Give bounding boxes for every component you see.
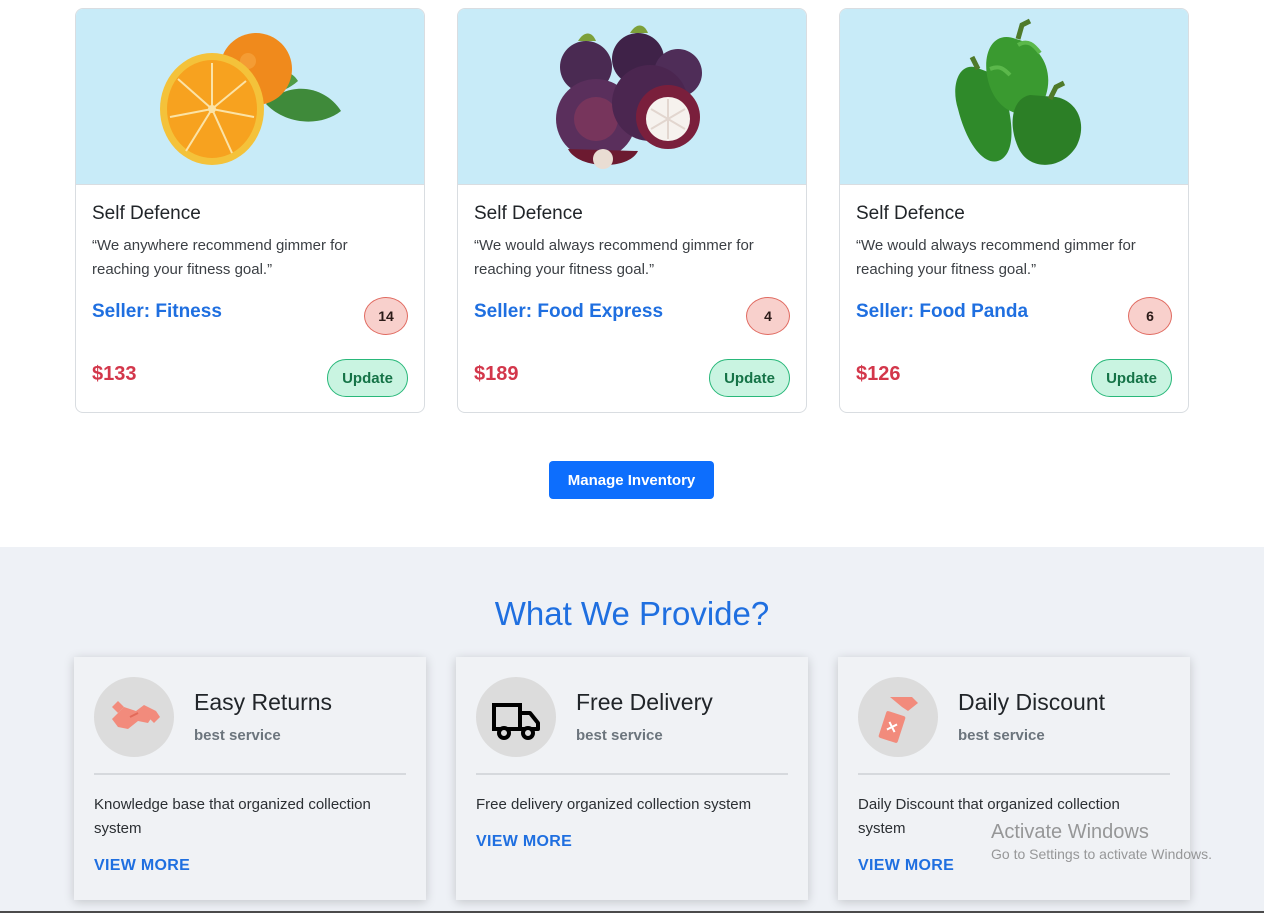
product-price: $189 bbox=[474, 363, 519, 385]
product-price: $133 bbox=[92, 363, 137, 385]
product-card: Self Defence “We would always recommend … bbox=[457, 8, 807, 413]
product-card: Self Defence “We would always recommend … bbox=[839, 8, 1189, 413]
service-description: Knowledge base that organized collection… bbox=[94, 796, 371, 837]
green-pepper-image bbox=[840, 9, 1188, 185]
view-more-link[interactable]: VIEW MORE bbox=[858, 857, 954, 875]
product-description: “We would always recommend gimmer for re… bbox=[856, 237, 1136, 278]
product-seller: Seller: Fitness bbox=[92, 301, 222, 322]
divider bbox=[476, 773, 788, 775]
update-button[interactable]: Update bbox=[1091, 359, 1172, 397]
update-button[interactable]: Update bbox=[709, 359, 790, 397]
service-card: Free Delivery best service Free delivery… bbox=[456, 657, 808, 900]
handshake-icon bbox=[94, 677, 174, 757]
service-card: Easy Returns best service Knowledge base… bbox=[74, 657, 426, 900]
product-seller: Seller: Food Express bbox=[474, 301, 664, 322]
service-title: Daily Discount bbox=[958, 689, 1105, 715]
product-seller: Seller: Food Panda bbox=[856, 301, 1029, 322]
service-description: Free delivery organized collection syste… bbox=[476, 796, 752, 813]
services-heading: What We Provide? bbox=[494, 595, 770, 632]
service-title: Easy Returns bbox=[194, 689, 333, 715]
service-subtitle: best service bbox=[194, 727, 281, 744]
discount-tag-icon bbox=[858, 677, 938, 757]
product-title: Self Defence bbox=[474, 203, 583, 224]
products-section: Self Defence “We anywhere recommend gimm… bbox=[0, 0, 1264, 547]
view-more-link[interactable]: VIEW MORE bbox=[476, 833, 572, 851]
watermark-subtitle: Go to Settings to activate Windows. bbox=[991, 846, 1212, 862]
quantity-badge: 6 bbox=[1128, 297, 1172, 335]
product-price: $126 bbox=[856, 363, 901, 385]
mangosteen-image bbox=[458, 9, 806, 185]
update-button[interactable]: Update bbox=[327, 359, 408, 397]
manage-inventory-button[interactable]: Manage Inventory bbox=[549, 461, 714, 499]
orange-image bbox=[76, 9, 424, 185]
product-card: Self Defence “We anywhere recommend gimm… bbox=[75, 8, 425, 413]
product-title: Self Defence bbox=[92, 203, 201, 224]
page: Self Defence “We anywhere recommend gimm… bbox=[0, 0, 1264, 913]
quantity-badge: 4 bbox=[746, 297, 790, 335]
quantity-badge: 14 bbox=[364, 297, 408, 335]
view-more-link[interactable]: VIEW MORE bbox=[94, 857, 190, 875]
truck-icon bbox=[476, 677, 556, 757]
service-subtitle: best service bbox=[958, 727, 1045, 744]
service-card: Daily Discount best service Daily Discou… bbox=[838, 657, 1190, 900]
service-title: Free Delivery bbox=[576, 689, 713, 715]
divider bbox=[858, 773, 1170, 775]
service-subtitle: best service bbox=[576, 727, 663, 744]
divider bbox=[94, 773, 406, 775]
product-title: Self Defence bbox=[856, 203, 965, 224]
product-description: “We anywhere recommend gimmer for reachi… bbox=[92, 237, 348, 278]
product-description: “We would always recommend gimmer for re… bbox=[474, 237, 754, 278]
activate-windows-watermark: Activate Windows Go to Settings to activ… bbox=[991, 821, 1212, 862]
watermark-title: Activate Windows bbox=[991, 821, 1149, 843]
